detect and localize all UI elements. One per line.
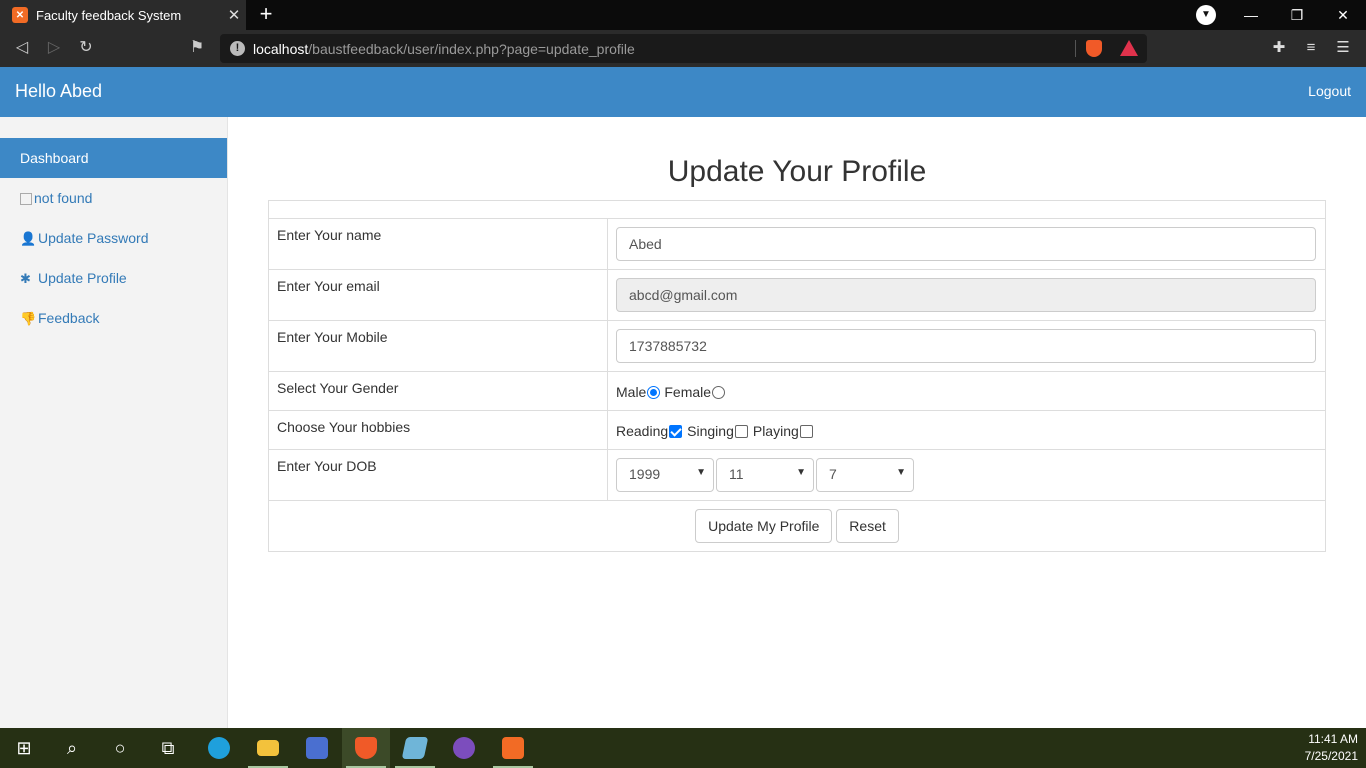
xampp-icon[interactable] — [489, 728, 537, 768]
user-icon: 👤 — [20, 231, 37, 246]
sidebar-item-update-profile[interactable]: ✱ Update Profile — [0, 258, 227, 298]
address-bar[interactable]: ! localhost/baustfeedback/user/index.php… — [220, 34, 1147, 63]
singing-label: Singing — [687, 423, 734, 439]
page-title: Update Your Profile — [667, 155, 927, 188]
table-row: Choose Your hobbies Reading Singing Play… — [269, 410, 1325, 449]
store-icon[interactable] — [293, 728, 341, 768]
tab-search-icon[interactable]: ▼ — [1196, 5, 1216, 25]
clock-date: 7/25/2021 — [1304, 749, 1358, 763]
cortana-icon[interactable]: ○ — [96, 728, 144, 768]
reload-icon[interactable]: ↻ — [72, 35, 100, 61]
playlist-icon[interactable]: ≡ — [1298, 35, 1324, 61]
sidebar-item-dashboard[interactable]: Dashboard — [0, 138, 227, 178]
table-row: Enter Your name — [269, 218, 1325, 269]
sidebar-item-label: not found — [34, 190, 93, 206]
male-radio[interactable] — [647, 385, 661, 399]
taskbar: ⊞ ⌕ ○ ⧉ 11:41 AM 7/25/2021 — [0, 728, 1366, 768]
dob-label: Enter Your DOB — [269, 450, 608, 500]
brave-rewards-icon[interactable] — [1120, 40, 1138, 56]
back-icon[interactable]: ◁ — [8, 35, 36, 61]
brand-greeting[interactable]: Hello Abed — [15, 81, 102, 102]
windows-start-icon[interactable]: ⊞ — [0, 728, 48, 768]
table-row: Enter Your Mobile — [269, 320, 1325, 371]
sidebar-item-label: Feedback — [38, 310, 100, 326]
forward-icon[interactable]: ▷ — [40, 35, 68, 61]
name-label: Enter Your name — [269, 219, 608, 269]
dob-day-select[interactable]: 7 ▼ — [816, 458, 914, 492]
site-info-icon[interactable]: ! — [230, 41, 245, 56]
dob-month-select[interactable]: 11 ▼ — [716, 458, 814, 492]
female-radio[interactable] — [712, 385, 726, 399]
notepad-icon[interactable] — [391, 728, 439, 768]
new-tab-icon[interactable]: + — [254, 2, 278, 28]
browser-tab[interactable]: ✕ Faculty feedback System ✕ — [0, 0, 246, 30]
clock-time: 11:41 AM — [1308, 732, 1358, 746]
email-field[interactable] — [616, 278, 1316, 312]
menu-icon[interactable]: ☰ — [1330, 35, 1356, 61]
bookmark-icon[interactable]: ⚑ — [183, 35, 211, 61]
github-desktop-icon[interactable] — [440, 728, 488, 768]
mobile-label: Enter Your Mobile — [269, 321, 608, 371]
sidebar-item-update-password[interactable]: 👤 Update Password — [0, 218, 227, 258]
chevron-down-icon: ▼ — [696, 467, 706, 478]
browser-toolbar: ◁ ▷ ↻ ⚑ ! localhost/baustfeedback/user/i… — [0, 30, 1366, 67]
sidebar: Dashboard not found 👤 Update Password ✱ Up… — [0, 117, 228, 728]
gender-label: Select Your Gender — [269, 372, 608, 410]
table-row-actions: Update My Profile Reset — [269, 500, 1325, 551]
dob-year-value: 1999 — [629, 466, 661, 482]
table-row: Enter Your email — [269, 269, 1325, 320]
browser-titlebar: ✕ Faculty feedback System ✕ + ▼ — ❐ ✕ — [0, 0, 1366, 30]
app-header: Hello Abed Logout — [0, 67, 1366, 117]
singing-checkbox[interactable] — [734, 424, 748, 438]
sidebar-item-label: Update Profile — [38, 270, 127, 286]
table-row: Enter Your DOB 1999 ▼ 11 ▼ 7 ▼ — [269, 449, 1325, 500]
close-tab-icon[interactable]: ✕ — [222, 6, 246, 24]
asterisk-icon: ✱ — [20, 271, 31, 286]
brave-browser-icon[interactable] — [342, 728, 390, 768]
tab-title: Faculty feedback System — [36, 7, 182, 23]
dob-year-select[interactable]: 1999 ▼ — [616, 458, 714, 492]
edge-icon[interactable] — [195, 728, 243, 768]
reading-checkbox[interactable] — [669, 424, 683, 438]
sidebar-item-broken-image[interactable]: not found — [0, 178, 227, 218]
male-label: Male — [616, 384, 647, 400]
reading-label: Reading — [616, 423, 669, 439]
profile-form-table: Enter Your name Enter Your email Enter Y… — [268, 200, 1326, 552]
close-window-icon[interactable]: ✕ — [1320, 0, 1366, 30]
sidebar-item-label: Update Password — [38, 230, 149, 246]
female-label: Female — [664, 384, 712, 400]
url-separator — [1075, 40, 1076, 57]
sidebar-item-label: Dashboard — [20, 150, 89, 166]
brave-shield-icon[interactable] — [1086, 40, 1102, 57]
chevron-down-icon: ▼ — [796, 467, 806, 478]
system-clock[interactable]: 11:41 AM 7/25/2021 — [1305, 731, 1358, 765]
dob-month-value: 11 — [729, 466, 744, 482]
thumbs-down-icon: 👎 — [20, 311, 37, 326]
table-spacer-row — [269, 201, 1325, 218]
reset-button[interactable]: Reset — [836, 509, 899, 543]
playing-label: Playing — [752, 423, 799, 439]
logout-link[interactable]: Logout — [1308, 83, 1351, 99]
name-field[interactable] — [616, 227, 1316, 261]
mobile-field[interactable] — [616, 329, 1316, 363]
url-text: localhost/baustfeedback/user/index.php?p… — [253, 40, 635, 57]
restore-icon[interactable]: ❐ — [1274, 0, 1320, 30]
dob-day-value: 7 — [829, 466, 837, 482]
file-explorer-icon[interactable] — [244, 728, 292, 768]
sidebar-item-feedback[interactable]: 👎 Feedback — [0, 298, 227, 338]
extensions-icon[interactable]: ✚ — [1266, 35, 1292, 61]
playing-checkbox[interactable] — [799, 424, 813, 438]
search-icon[interactable]: ⌕ — [48, 728, 96, 768]
email-label: Enter Your email — [269, 270, 608, 320]
chevron-down-icon: ▼ — [896, 467, 906, 478]
minimize-icon[interactable]: — — [1228, 0, 1274, 30]
task-view-icon[interactable]: ⧉ — [144, 728, 192, 768]
table-row: Select Your Gender Male Female — [269, 371, 1325, 410]
xampp-favicon-icon: ✕ — [12, 7, 28, 23]
update-profile-button[interactable]: Update My Profile — [695, 509, 833, 543]
hobbies-label: Choose Your hobbies — [269, 411, 608, 449]
broken-image-icon — [20, 193, 32, 206]
